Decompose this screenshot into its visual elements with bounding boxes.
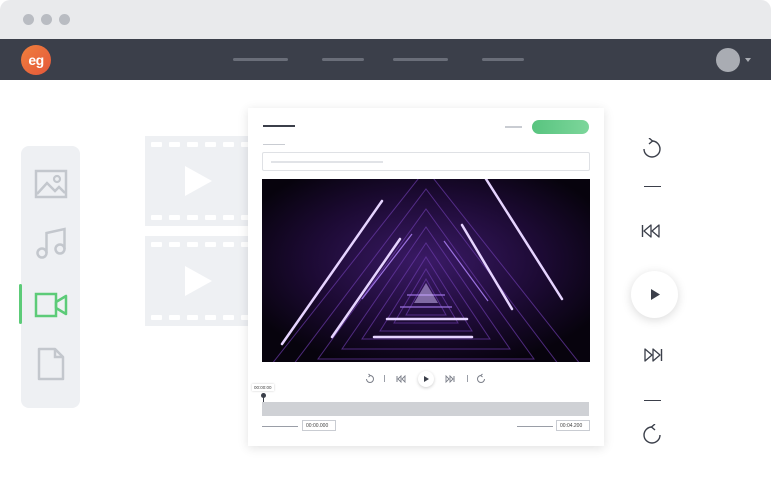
window-maximize-dot[interactable] [59,14,70,25]
playhead-time-label: 00:00:00 [252,384,274,391]
window-close-dot[interactable] [23,14,34,25]
skip-forward-button[interactable] [640,344,664,366]
mini-playback-controls [248,370,604,388]
play-icon [424,376,429,382]
top-nav-bar [0,39,771,80]
video-camera-icon [34,292,67,318]
user-avatar[interactable] [716,48,740,72]
app-logo[interactable]: eg [21,45,51,75]
document-icon [37,347,64,381]
video-thumbnail-2[interactable] [145,236,252,326]
control-divider [384,375,385,382]
forward-icon [643,424,661,444]
media-type-sidebar [21,146,80,408]
skip-forward-icon[interactable] [445,372,455,386]
play-icon [185,166,212,196]
control-divider [644,186,661,187]
user-menu-chevron-down-icon[interactable] [745,58,751,62]
timeline-track[interactable] [262,402,589,416]
forward-icon[interactable] [476,372,486,386]
app-window: eg 00:00:00 00:00.000 00:04.200 [0,0,771,481]
nav-item-4[interactable] [482,58,524,61]
panel-subtitle-placeholder [263,144,285,145]
control-divider [467,375,468,382]
control-divider [644,400,661,401]
window-minimize-dot[interactable] [41,14,52,25]
video-frame-image [262,179,590,362]
play-icon [185,266,212,296]
start-time-field[interactable]: 00:00.000 [302,420,336,431]
nav-item-3[interactable] [393,58,448,61]
panel-secondary-link[interactable] [505,126,522,128]
sidebar-active-indicator [19,284,22,324]
skip-forward-icon [644,348,663,362]
rewind-icon[interactable] [365,372,375,386]
video-thumbnail-1[interactable] [145,136,252,226]
skip-back-icon [641,224,660,238]
sidebar-item-documents[interactable] [21,342,80,386]
input-placeholder-line [271,161,383,163]
play-button[interactable] [631,271,678,318]
video-preview[interactable] [262,179,590,362]
forward-button[interactable] [640,423,664,447]
nav-item-1[interactable] [233,58,288,61]
play-icon [650,289,660,300]
panel-title-placeholder [263,125,295,127]
end-label-placeholder [517,426,553,427]
sidebar-item-video[interactable] [21,283,80,327]
image-icon [34,169,67,199]
video-editor-panel: 00:00:00 00:00.000 00:04.200 [248,108,604,446]
title-input[interactable] [262,152,590,171]
mini-play-button[interactable] [418,371,434,387]
sidebar-item-images[interactable] [21,162,80,206]
music-icon [35,227,66,259]
sidebar-item-audio[interactable] [21,222,80,266]
skip-back-icon[interactable] [396,372,406,386]
rewind-button[interactable] [640,137,664,161]
rewind-icon [643,138,661,158]
window-titlebar [0,0,771,39]
nav-item-2[interactable] [322,58,364,61]
skip-back-button[interactable] [640,220,664,242]
playhead-handle[interactable] [261,393,266,398]
start-label-placeholder [262,426,298,427]
end-time-field[interactable]: 00:04.200 [556,420,590,431]
primary-action-button[interactable] [532,120,589,134]
